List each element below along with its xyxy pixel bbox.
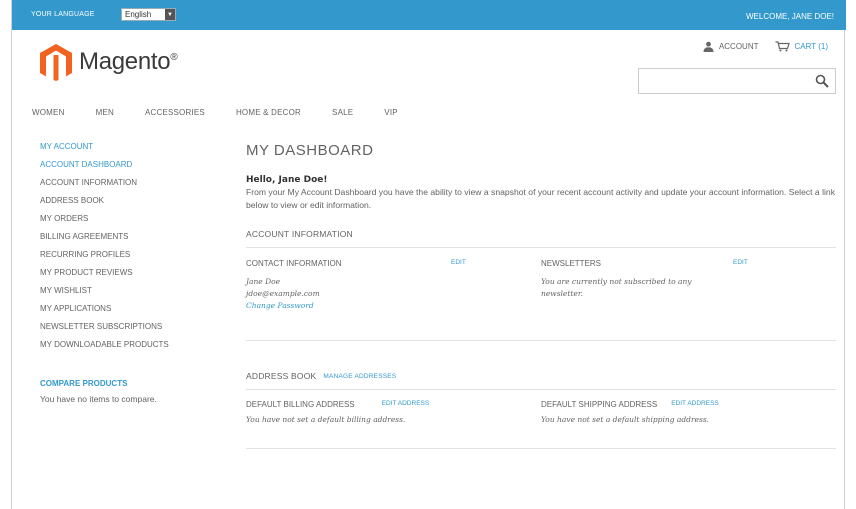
nav-item-home-decor[interactable]: HOME & DECOR [236,108,301,117]
cart-label: CART (1) [794,42,829,51]
contact-email: jdoe@example.com [246,289,320,298]
address-book-header: ADDRESS BOOK MANAGE ADDRESSES [246,371,836,381]
contact-information-heading: CONTACT INFORMATION [246,259,342,268]
sidebar-item-address-book[interactable]: ADDRESS BOOK [40,192,230,210]
nav-item-vip[interactable]: VIP [384,108,398,117]
contact-information-header: CONTACT INFORMATION EDIT [246,259,541,268]
main-nav: WOMEN MEN ACCESSORIES HOME & DECOR SALE … [32,108,429,117]
search-icon[interactable] [815,74,829,88]
sidebar-item-account-information[interactable]: ACCOUNT INFORMATION [40,174,230,192]
edit-contact-link[interactable]: EDIT [451,259,466,268]
billing-address-text: You have not set a default billing addre… [246,415,406,424]
divider [246,389,836,390]
welcome-message: WELCOME, JANE DOE! [745,12,834,21]
shipping-address-header: DEFAULT SHIPPING ADDRESS EDIT ADDRESS [541,400,836,409]
nav-item-accessories[interactable]: ACCESSORIES [145,108,205,117]
logo[interactable]: Magento® [39,42,178,82]
page-frame: YOUR LANGUAGE English ▼ WELCOME, JANE DO… [11,0,846,509]
sidebar-item-account-dashboard[interactable]: ACCOUNT DASHBOARD [40,156,230,174]
dashboard-main: MY DASHBOARD Hello, Jane Doe! From your … [246,142,836,449]
language-select[interactable]: English ▼ [121,8,176,21]
logo-wordmark: Magento® [79,48,178,75]
sidebar-item-product-reviews[interactable]: MY PRODUCT REVIEWS [40,264,230,282]
page-title: MY DASHBOARD [246,142,374,159]
divider [246,247,836,248]
newsletters-block: NEWSLETTERS EDIT You are currently not s… [541,259,836,312]
edit-newsletters-link[interactable]: EDIT [733,259,748,268]
billing-address-header: DEFAULT BILLING ADDRESS EDIT ADDRESS [246,400,541,409]
nav-item-sale[interactable]: SALE [332,108,353,117]
nav-item-men[interactable]: MEN [96,108,114,117]
user-icon [703,41,714,52]
contact-name: Jane Doe [246,277,281,286]
compare-products-title: COMPARE PRODUCTS [40,379,128,388]
header-links: ACCOUNT CART (1) [703,41,828,52]
manage-addresses-link[interactable]: MANAGE ADDRESSES [323,373,396,380]
language-label: YOUR LANGUAGE [31,11,95,18]
sidebar-item-recurring-profiles[interactable]: RECURRING PROFILES [40,246,230,264]
sidebar-list: ACCOUNT DASHBOARD ACCOUNT INFORMATION AD… [40,156,230,354]
shipping-address-block: DEFAULT SHIPPING ADDRESS EDIT ADDRESS Yo… [541,400,836,426]
chevron-down-icon: ▼ [165,9,175,20]
top-bar: YOUR LANGUAGE English ▼ WELCOME, JANE DO… [12,0,846,30]
shipping-address-text: You have not set a default shipping addr… [541,415,710,424]
contact-information-block: CONTACT INFORMATION EDIT Jane Doe jdoe@e… [246,259,541,312]
newsletters-status: You are currently not subscribed to any … [541,277,692,298]
address-book-heading: ADDRESS BOOK [246,371,317,381]
newsletters-header: NEWSLETTERS EDIT [541,259,836,268]
compare-products-text: You have no items to compare. [40,394,157,404]
account-information-columns: CONTACT INFORMATION EDIT Jane Doe jdoe@e… [246,259,836,312]
sidebar-item-my-orders[interactable]: MY ORDERS [40,210,230,228]
sidebar-title: MY ACCOUNT [40,142,94,151]
edit-shipping-address-link[interactable]: EDIT ADDRESS [671,400,719,409]
sidebar-item-applications[interactable]: MY APPLICATIONS [40,300,230,318]
language-value: English [125,10,152,19]
sidebar-item-downloadable-products[interactable]: MY DOWNLOADABLE PRODUCTS [40,336,230,354]
divider [246,340,836,341]
account-sidebar: MY ACCOUNT ACCOUNT DASHBOARD ACCOUNT INF… [40,142,230,404]
billing-address-heading: DEFAULT BILLING ADDRESS [246,400,355,409]
search-input[interactable] [638,68,836,94]
cart-link[interactable]: CART (1) [775,41,829,52]
sidebar-item-billing-agreements[interactable]: BILLING AGREEMENTS [40,228,230,246]
account-link[interactable]: ACCOUNT [703,41,759,52]
sidebar-item-wishlist[interactable]: MY WISHLIST [40,282,230,300]
shipping-address-heading: DEFAULT SHIPPING ADDRESS [541,400,658,409]
greeting: Hello, Jane Doe! [246,175,328,185]
account-information-heading: ACCOUNT INFORMATION [246,229,353,239]
sidebar-item-newsletter-subscriptions[interactable]: NEWSLETTER SUBSCRIPTIONS [40,318,230,336]
cart-icon [775,41,790,52]
billing-address-block: DEFAULT BILLING ADDRESS EDIT ADDRESS You… [246,400,541,426]
magento-logo-icon [40,44,72,81]
address-columns: DEFAULT BILLING ADDRESS EDIT ADDRESS You… [246,400,836,426]
account-label: ACCOUNT [718,42,759,51]
edit-billing-address-link[interactable]: EDIT ADDRESS [382,400,430,409]
divider [246,448,836,449]
nav-item-women[interactable]: WOMEN [32,108,65,117]
change-password-link[interactable]: Change Password [246,300,541,312]
intro-text: From your My Account Dashboard you have … [246,187,835,210]
newsletters-heading: NEWSLETTERS [541,259,602,268]
